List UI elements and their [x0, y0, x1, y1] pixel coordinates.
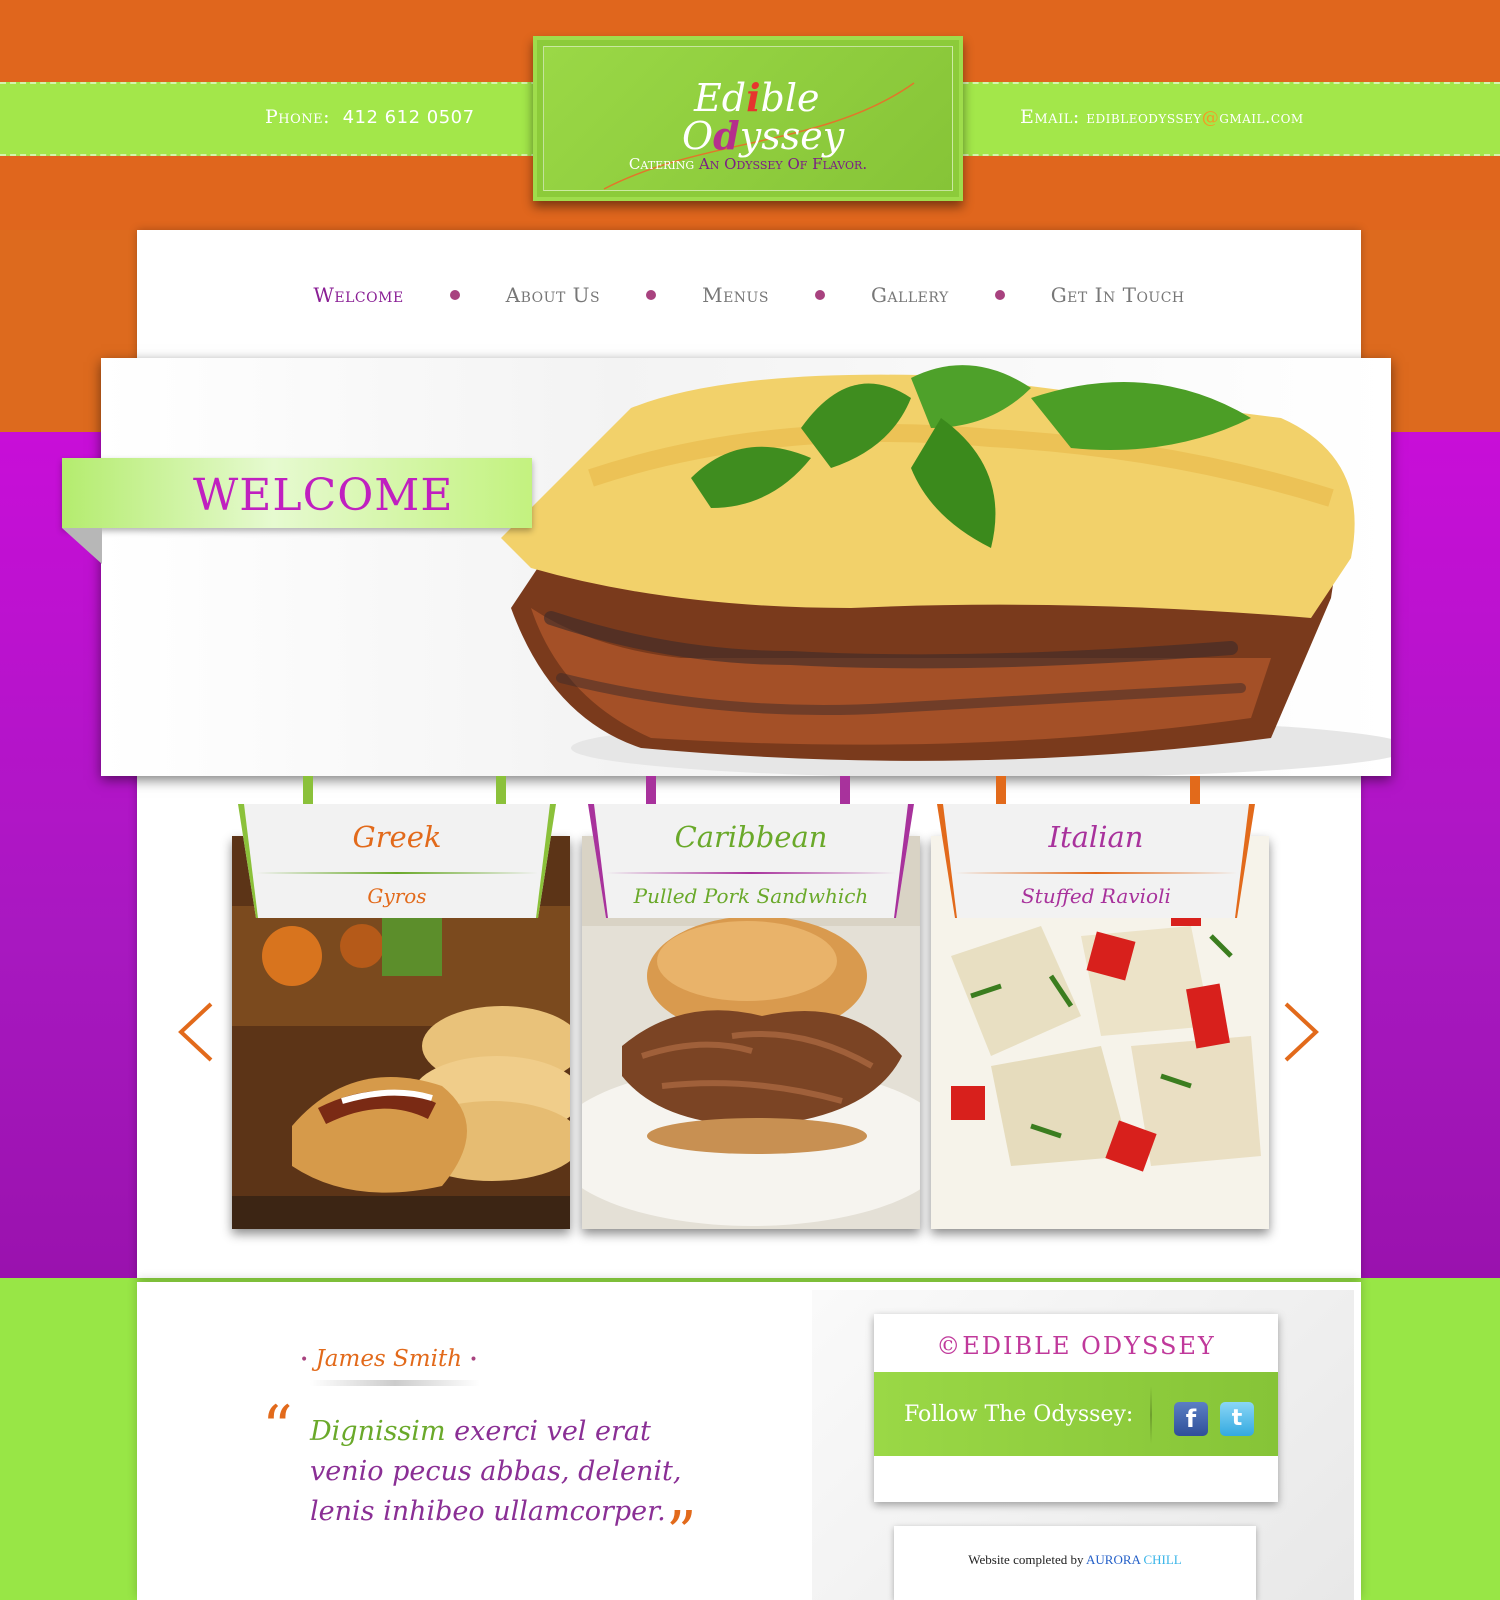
testimonial-author: • James Smith • — [300, 1346, 478, 1372]
email-address[interactable]: edibleodyssey@gmail.com — [1086, 108, 1303, 128]
nav-get-in-touch[interactable]: Get In Touch — [1005, 283, 1231, 307]
footer-brand: ©EDIBLE ODYSSEY — [936, 1332, 1216, 1360]
chevron-left-icon[interactable] — [175, 1000, 215, 1064]
card-divider — [256, 872, 538, 874]
nav-about-us[interactable]: About Us — [460, 283, 646, 307]
card-dish: Stuffed Ravioli — [1021, 884, 1171, 908]
card-category: Caribbean — [674, 820, 828, 854]
phone-label: Phone: — [265, 106, 331, 128]
follow-divider — [1150, 1386, 1152, 1444]
author-underline — [310, 1380, 480, 1386]
credit-link[interactable]: AURORA CHILL — [1086, 1552, 1182, 1567]
twitter-icon[interactable]: t — [1220, 1402, 1254, 1436]
follow-label: Follow The Odyssey: — [904, 1402, 1134, 1427]
menu-card-greek-tab: Greek Gyros — [238, 804, 556, 918]
card-category: Greek — [352, 820, 442, 854]
hero-slider — [101, 358, 1391, 776]
nav-separator-dot — [449, 290, 460, 300]
card-dish: Gyros — [367, 884, 427, 908]
menu-card-caribbean-tab: Caribbean Pulled Pork Sandwhich — [588, 804, 914, 918]
card-divider — [606, 872, 896, 874]
logo-tagline: Catering An Odyssey Of Flavor. — [628, 155, 868, 173]
email-label: Email: — [1020, 106, 1080, 128]
email-domain: gmail.com — [1219, 108, 1304, 128]
card-category: Italian — [1048, 820, 1144, 854]
nav-separator-dot — [994, 290, 1005, 300]
close-quote-icon: ” — [666, 1499, 697, 1569]
open-quote-icon: “ — [262, 1393, 293, 1463]
email-at: @ — [1201, 108, 1220, 128]
nav-gallery[interactable]: Gallery — [825, 283, 995, 307]
nav-menus[interactable]: Menus — [656, 283, 815, 307]
menu-card-italian-tab: Italian Stuffed Ravioli — [937, 804, 1255, 918]
card-divider — [955, 872, 1237, 874]
email-contact: Email: edibleodyssey@gmail.com — [1020, 106, 1304, 128]
nav-separator-dot — [814, 290, 825, 300]
logo-title-line2: Odyssey — [682, 113, 845, 158]
nav-welcome[interactable]: Welcome — [267, 283, 449, 307]
phone-number[interactable]: 412 612 0507 — [343, 107, 475, 128]
chevron-right-icon[interactable] — [1282, 1000, 1322, 1064]
testimonial-quote: Dignissim exerci vel erat venio pecus ab… — [310, 1416, 682, 1527]
moussaka-image — [501, 365, 1391, 776]
logo-frame: Edible Odyssey Catering An Odyssey Of Fl… — [543, 46, 953, 191]
facebook-icon[interactable]: f — [1174, 1402, 1208, 1436]
banner-fold — [62, 528, 102, 564]
site-credit: Website completed by AURORA CHILL — [968, 1552, 1182, 1567]
phone-contact: Phone: 412 612 0507 — [265, 106, 475, 128]
card-dish: Pulled Pork Sandwhich — [633, 884, 869, 908]
social-widget: ©EDIBLE ODYSSEY Follow The Odyssey: f t — [874, 1314, 1278, 1502]
main-nav: Welcome About Us Menus Gallery Get In To… — [137, 270, 1361, 320]
nav-separator-dot — [646, 290, 657, 300]
site-logo[interactable]: Edible Odyssey Catering An Odyssey Of Fl… — [533, 36, 963, 201]
credit-box: Website completed by AURORA CHILL — [894, 1526, 1256, 1600]
email-user: edibleodyssey — [1086, 108, 1202, 128]
welcome-heading: WELCOME — [193, 470, 454, 521]
